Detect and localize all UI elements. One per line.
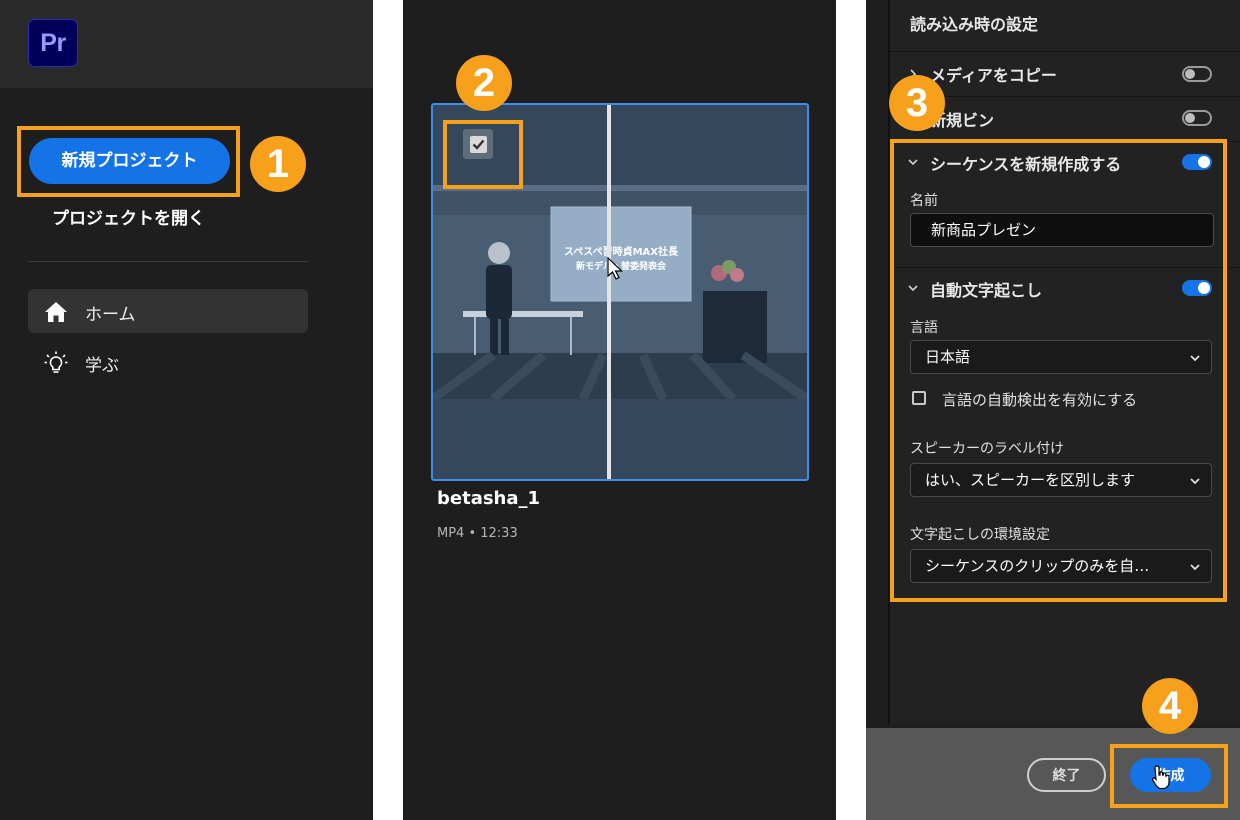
divider: [28, 261, 308, 262]
video-frame: スペスペ習時貞MAX社長 新モデル・替委発表会: [433, 185, 807, 399]
playhead-line[interactable]: [607, 105, 611, 479]
media-title: betasha_1: [437, 488, 541, 509]
exit-button[interactable]: 終了: [1027, 758, 1106, 792]
settings-heading: 読み込み時の設定: [910, 15, 1039, 34]
sidebar-item-label: ホーム: [85, 305, 136, 325]
home-icon: [45, 302, 67, 322]
mouse-cursor-icon: [607, 257, 623, 280]
copy-media-label: メディアをコピー: [930, 66, 1057, 85]
media-meta: MP4 • 12:33: [437, 526, 518, 541]
copy-media-row[interactable]: メディアをコピー: [890, 52, 1240, 96]
sidebar-item-learn[interactable]: 学ぶ: [28, 340, 308, 384]
premiere-logo: Pr: [28, 19, 78, 67]
step-1-highlight: [17, 126, 240, 197]
step-4-badge: 4: [1142, 678, 1198, 734]
step-4-highlight: [1110, 744, 1228, 808]
step-2-badge: 2: [456, 55, 512, 111]
sidebar-item-label: 学ぶ: [85, 356, 119, 376]
open-project-link[interactable]: プロジェクトを開く: [52, 204, 205, 229]
step-1-badge: 1: [250, 136, 306, 192]
lightbulb-icon: [44, 351, 68, 373]
home-panel: Pr 新規プロジェクト 1 プロジェクトを開く ホーム 学ぶ: [0, 0, 373, 820]
app-header: Pr: [0, 0, 373, 88]
copy-media-toggle[interactable]: [1182, 66, 1212, 82]
sidebar-item-home[interactable]: ホーム: [28, 289, 308, 333]
new-bin-toggle[interactable]: [1182, 110, 1212, 126]
step-3-badge: 3: [889, 75, 945, 131]
step-2-highlight: [443, 120, 523, 189]
step-3-highlight: [890, 139, 1227, 602]
media-panel: スペスペ習時貞MAX社長 新モデル・替委発表会 2 betasha_1 MP4 …: [403, 0, 836, 820]
import-settings-panel: 読み込み時の設定 メディアをコピー 新規ビン シーケンスを新規作成する 名前 新…: [866, 0, 1240, 820]
